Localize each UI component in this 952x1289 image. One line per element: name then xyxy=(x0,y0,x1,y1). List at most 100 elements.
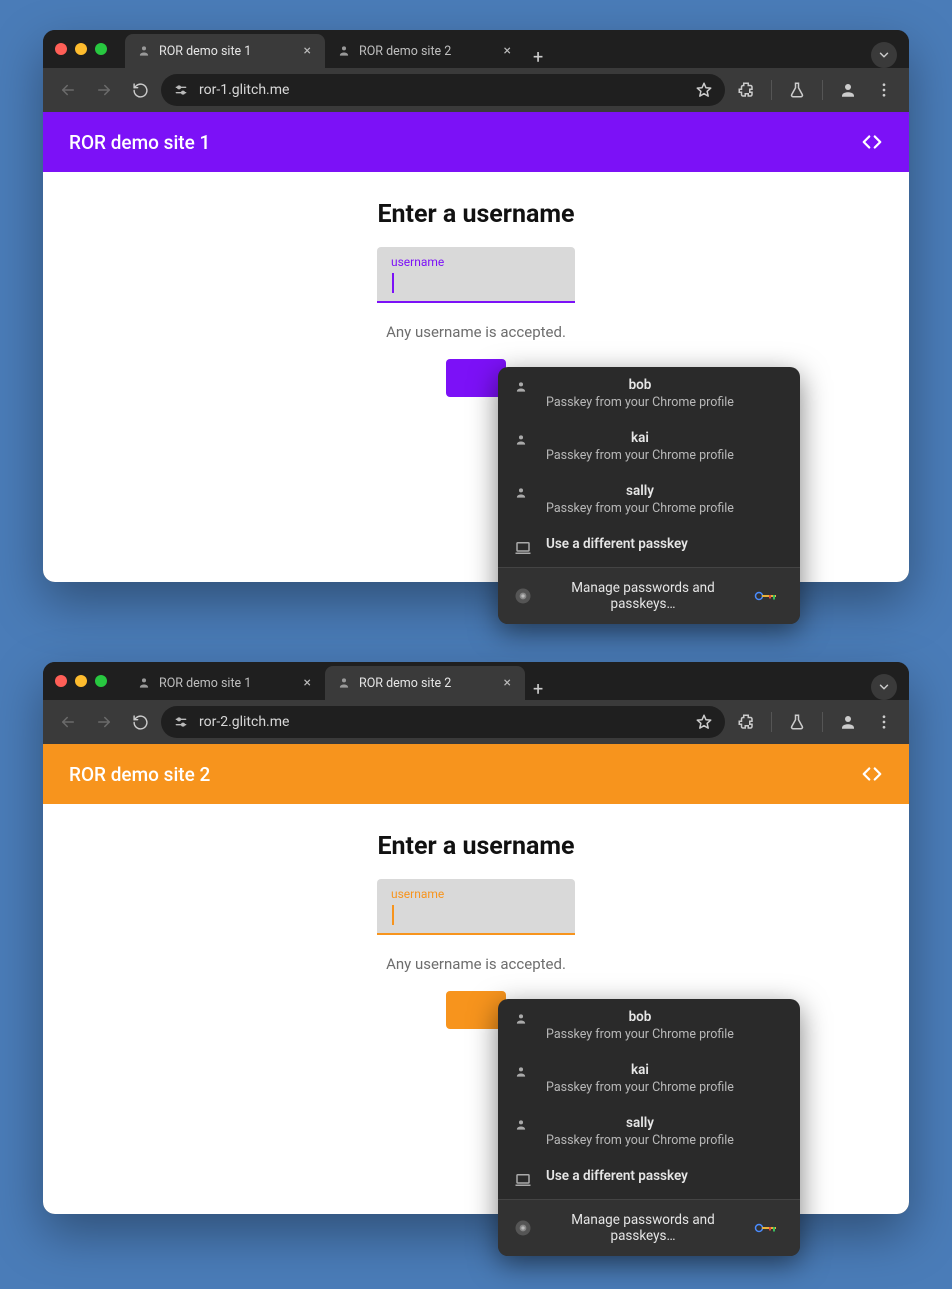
input-underline xyxy=(377,301,575,304)
toolbar-divider xyxy=(771,712,772,732)
tab-title: ROR demo site 2 xyxy=(359,44,451,59)
titlebar: ROR demo site 1× ROR demo site 2 × + xyxy=(43,30,909,68)
passkey-name: kai xyxy=(546,1062,734,1078)
username-input[interactable]: username xyxy=(377,247,575,303)
forward-button[interactable] xyxy=(89,75,119,105)
tab-favicon-icon xyxy=(137,44,151,58)
labs-button[interactable] xyxy=(782,707,812,737)
passkey-option[interactable]: bobPasskey from your Chrome profile xyxy=(498,999,800,1052)
passkey-popup: bobPasskey from your Chrome profilekaiPa… xyxy=(498,999,800,1256)
tabstrip: ROR demo site 1× ROR demo site 2 × + xyxy=(125,30,897,68)
extensions-button[interactable] xyxy=(731,75,761,105)
input-underline xyxy=(377,933,575,936)
forward-button[interactable] xyxy=(89,707,119,737)
browser-toolbar: ror-2.glitch.me xyxy=(43,700,909,744)
window-close-button[interactable] xyxy=(55,675,67,687)
window-zoom-button[interactable] xyxy=(95,675,107,687)
toolbar-divider xyxy=(822,712,823,732)
window-zoom-button[interactable] xyxy=(95,43,107,55)
passkey-option[interactable]: kaiPasskey from your Chrome profile xyxy=(498,1052,800,1105)
page-body: Enter a usernameusernameAny username is … xyxy=(43,804,909,1029)
site-settings-icon[interactable] xyxy=(173,82,189,98)
site-settings-icon[interactable] xyxy=(173,714,189,730)
reload-button[interactable] xyxy=(125,707,155,737)
tabs-overflow-button[interactable] xyxy=(871,42,897,68)
manage-passwords[interactable]: Manage passwords and passkeys… xyxy=(498,568,800,624)
laptop-icon xyxy=(514,539,532,557)
username-input[interactable]: username xyxy=(377,879,575,935)
app-header: ROR demo site 1 xyxy=(43,112,909,172)
browser-tab[interactable]: ROR demo site 1× xyxy=(125,34,325,68)
passkey-name: sally xyxy=(546,483,734,499)
code-icon[interactable] xyxy=(861,131,883,153)
window-close-button[interactable] xyxy=(55,43,67,55)
passkey-option[interactable]: sallyPasskey from your Chrome profile xyxy=(498,473,800,526)
input-label: username xyxy=(391,255,561,269)
manage-passwords[interactable]: Manage passwords and passkeys… xyxy=(498,1200,800,1256)
window-minimize-button[interactable] xyxy=(75,675,87,687)
address-bar[interactable]: ror-2.glitch.me xyxy=(161,706,725,738)
use-different-passkey[interactable]: Use a different passkey xyxy=(498,1158,800,1199)
tab-close-icon[interactable]: × xyxy=(504,676,511,690)
back-button[interactable] xyxy=(53,75,83,105)
text-cursor xyxy=(392,273,394,293)
passkey-option[interactable]: kaiPasskey from your Chrome profile xyxy=(498,420,800,473)
person-icon xyxy=(514,1118,532,1132)
tab-favicon-icon xyxy=(137,676,151,690)
tab-close-icon[interactable]: × xyxy=(504,44,511,58)
toolbar-divider xyxy=(771,80,772,100)
submit-button[interactable] xyxy=(446,359,506,397)
bookmark-star-icon[interactable] xyxy=(695,713,713,731)
code-icon[interactable] xyxy=(861,763,883,785)
browser-tab[interactable]: ROR demo site 2 × xyxy=(325,34,525,68)
page-title: Enter a username xyxy=(43,832,909,861)
page-content: ROR demo site 2Enter a usernameusernameA… xyxy=(43,744,909,1214)
bookmark-star-icon[interactable] xyxy=(695,81,713,99)
back-button[interactable] xyxy=(53,707,83,737)
menu-button[interactable] xyxy=(869,75,899,105)
browser-tab[interactable]: ROR demo site 2 × xyxy=(325,666,525,700)
extensions-button[interactable] xyxy=(731,707,761,737)
browser-window: ROR demo site 1×ROR demo site 2×+ror-1.g… xyxy=(43,30,909,582)
passkey-option[interactable]: bobPasskey from your Chrome profile xyxy=(498,367,800,420)
window-minimize-button[interactable] xyxy=(75,43,87,55)
manage-label: Manage passwords and passkeys… xyxy=(546,1212,740,1244)
profile-button[interactable] xyxy=(833,75,863,105)
tab-favicon-icon xyxy=(337,44,351,58)
use-different-label: Use a different passkey xyxy=(546,536,688,552)
hint-text: Any username is accepted. xyxy=(43,323,909,341)
chrome-icon xyxy=(514,587,532,605)
passkey-desc: Passkey from your Chrome profile xyxy=(546,1133,734,1148)
menu-button[interactable] xyxy=(869,707,899,737)
passkey-desc: Passkey from your Chrome profile xyxy=(546,448,734,463)
tab-title: ROR demo site 2 xyxy=(359,676,451,691)
passkey-popup: bobPasskey from your Chrome profilekaiPa… xyxy=(498,367,800,624)
browser-window: ROR demo site 1× ROR demo site 2 × + ror-2.g… xyxy=(43,662,909,1214)
person-icon xyxy=(514,1065,532,1079)
url-text: ror-2.glitch.me xyxy=(199,714,685,730)
tab-close-icon[interactable]: × xyxy=(304,676,311,690)
tabs-overflow-button[interactable] xyxy=(871,674,897,700)
app-title: ROR demo site 1 xyxy=(69,131,210,154)
labs-button[interactable] xyxy=(782,75,812,105)
new-tab-button[interactable]: + xyxy=(525,679,551,700)
app-header: ROR demo site 2 xyxy=(43,744,909,804)
passkey-desc: Passkey from your Chrome profile xyxy=(546,1027,734,1042)
use-different-passkey[interactable]: Use a different passkey xyxy=(498,526,800,567)
passkey-option[interactable]: sallyPasskey from your Chrome profile xyxy=(498,1105,800,1158)
page-content: ROR demo site 1Enter a usernameusernameA… xyxy=(43,112,909,582)
tab-close-icon[interactable]: × xyxy=(304,44,311,58)
text-cursor xyxy=(392,905,394,925)
address-bar[interactable]: ror-1.glitch.me xyxy=(161,74,725,106)
browser-tab[interactable]: ROR demo site 1× xyxy=(125,666,325,700)
toolbar-divider xyxy=(822,80,823,100)
person-icon xyxy=(514,380,532,394)
new-tab-button[interactable]: + xyxy=(525,47,551,68)
passkey-name: bob xyxy=(546,377,734,393)
profile-button[interactable] xyxy=(833,707,863,737)
person-icon xyxy=(514,1012,532,1026)
submit-button[interactable] xyxy=(446,991,506,1029)
reload-button[interactable] xyxy=(125,75,155,105)
traffic-lights xyxy=(55,675,107,687)
laptop-icon xyxy=(514,1171,532,1189)
